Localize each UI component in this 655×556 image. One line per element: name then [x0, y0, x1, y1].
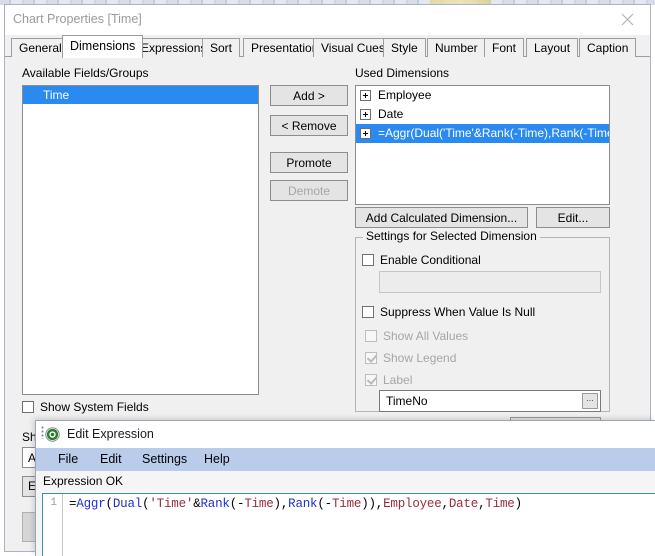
editor-gutter: 1 — [43, 494, 63, 556]
label-checkbox-label: Label — [383, 373, 413, 387]
enable-conditional-label: Enable Conditional — [380, 253, 481, 267]
expression-token-13: Time — [331, 497, 362, 511]
expression-status-text: Expression OK — [43, 474, 124, 488]
tab-layout[interactable]: Layout — [526, 38, 579, 57]
show-legend-checkbox-row: Show Legend — [365, 351, 456, 365]
menubar-grip-handle[interactable] — [41, 426, 44, 439]
checkbox-icon — [365, 352, 377, 364]
tab-visual-cues[interactable]: Visual Cues — [313, 38, 393, 57]
label-checkbox-row: Label — [365, 373, 412, 387]
expression-token-12: (- — [317, 497, 332, 511]
close-button[interactable] — [606, 5, 648, 34]
expression-token-6: & — [193, 497, 201, 511]
tab-font[interactable]: Font — [484, 38, 525, 57]
expression-token-10: ), — [273, 497, 289, 511]
expand-icon[interactable] — [360, 90, 371, 101]
add-button[interactable]: Add > — [270, 85, 348, 106]
used-dimension-label: =Aggr(Dual('Time'&Rank(-Time),Rank(-Time… — [378, 126, 609, 140]
show-legend-label: Show Legend — [383, 351, 457, 365]
checkbox-icon[interactable] — [362, 306, 374, 318]
expression-editor[interactable]: 1 =Aggr(Dual('Time'&Rank(-Time),Rank(-Ti… — [42, 493, 655, 556]
used-dimension-label: Employee — [378, 88, 432, 102]
tab-caption[interactable]: Caption — [579, 38, 637, 57]
menu-file[interactable]: File — [52, 448, 84, 471]
label-ellipsis-button[interactable]: ... — [582, 393, 598, 409]
list-item-time[interactable]: Time — [23, 86, 258, 104]
remove-button[interactable]: < Remove — [270, 115, 348, 136]
expression-code-line[interactable]: =Aggr(Dual('Time'&Rank(-Time),Rank(-Time… — [69, 497, 522, 511]
edit-expression-window: Edit Expression File Edit Settings Help … — [35, 420, 655, 556]
tab-general[interactable]: General — [11, 38, 70, 57]
add-calculated-dimension-button[interactable]: Add Calculated Dimension... — [355, 207, 528, 228]
line-number: 1 — [50, 497, 57, 509]
qlikview-icon — [45, 427, 60, 442]
tab-dimensions[interactable]: Dimensions — [62, 35, 144, 58]
checkbox-icon[interactable] — [22, 401, 34, 413]
expression-token-14: )), — [361, 497, 384, 511]
used-dimension-row-expression[interactable]: =Aggr(Dual('Time'&Rank(-Time),Rank(-Time… — [356, 124, 609, 143]
show-system-fields-checkbox-row[interactable]: Show System Fields — [22, 400, 149, 414]
available-fields-label: Available Fields/Groups — [22, 66, 149, 80]
promote-button[interactable]: Promote — [270, 152, 348, 173]
tab-style[interactable]: Style — [383, 38, 426, 57]
show-system-fields-label: Show System Fields — [40, 400, 149, 414]
suppress-when-null-label: Suppress When Value Is Null — [380, 305, 536, 319]
expression-token-2: ( — [105, 497, 114, 511]
suppress-when-null-checkbox-row[interactable]: Suppress When Value Is Null — [362, 305, 535, 319]
expression-token-8: (- — [229, 497, 245, 511]
expression-token-5: 'Time' — [149, 497, 194, 511]
demote-button: Demote — [270, 180, 348, 201]
tab-number[interactable]: Number — [427, 38, 486, 57]
conditional-expression-field — [379, 271, 601, 293]
expression-token-17: Date — [448, 497, 479, 511]
checkbox-icon — [365, 374, 377, 386]
tab-strip: General Dimensions Expressions Sort Pres… — [5, 35, 650, 58]
edit-expression-title: Edit Expression — [67, 427, 154, 441]
chart-properties-titlebar: Chart Properties [Time] — [5, 5, 650, 35]
expression-token-7: Rank — [200, 497, 230, 511]
settings-group-label: Settings for Selected Dimension — [363, 229, 540, 243]
edit-expression-titlebar: Edit Expression — [36, 421, 655, 448]
used-dimension-label: Date — [378, 107, 404, 121]
dimension-label-value: TimeNo — [386, 394, 428, 408]
page-title: Chart Properties [Time] — [13, 12, 142, 26]
show-all-values-checkbox-row: Show All Values — [365, 329, 468, 343]
expression-token-15: Employee — [383, 497, 442, 511]
close-icon — [621, 13, 633, 26]
used-dimensions-list[interactable]: Employee Date =Aggr(Dual('Time'&Rank(-Ti… — [355, 85, 610, 205]
menu-edit[interactable]: Edit — [94, 448, 128, 471]
edit-dimension-button[interactable]: Edit... — [536, 207, 610, 228]
expression-token-19: Time — [485, 497, 515, 511]
expression-token-9: Time — [244, 497, 274, 511]
used-dimension-row-employee[interactable]: Employee — [356, 86, 609, 105]
expression-token-20: ) — [514, 497, 523, 511]
expression-token-16: , — [441, 497, 450, 511]
expand-icon[interactable] — [360, 128, 371, 139]
available-fields-list[interactable]: Time — [22, 85, 259, 395]
expression-token-1: Aggr — [76, 497, 106, 511]
expression-token-3: Dual — [112, 497, 143, 511]
checkbox-icon[interactable] — [362, 254, 374, 266]
tab-sort[interactable]: Sort — [202, 38, 241, 57]
menu-help[interactable]: Help — [198, 448, 236, 471]
show-all-values-label: Show All Values — [383, 329, 469, 343]
edit-expression-menubar — [36, 448, 655, 471]
used-dimension-row-date[interactable]: Date — [356, 105, 609, 124]
enable-conditional-checkbox-row[interactable]: Enable Conditional — [362, 253, 481, 267]
dimension-label-field[interactable]: TimeNo ... — [379, 390, 601, 412]
menu-settings[interactable]: Settings — [136, 448, 193, 471]
expression-token-11: Rank — [288, 497, 318, 511]
expand-icon[interactable] — [360, 109, 371, 120]
used-dimensions-label: Used Dimensions — [355, 66, 450, 80]
checkbox-icon — [365, 330, 377, 342]
